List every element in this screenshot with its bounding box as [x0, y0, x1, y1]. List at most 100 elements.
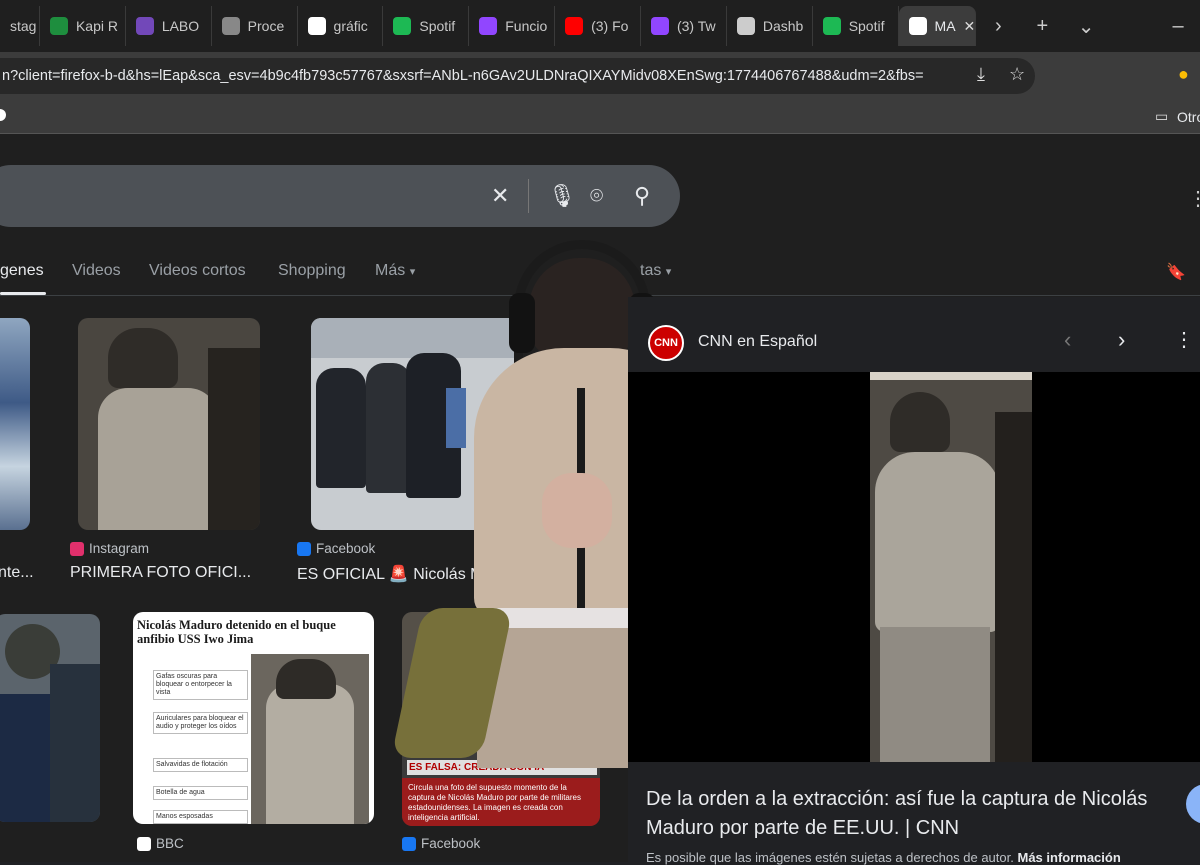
close-tab-icon[interactable]: ✕ [964, 18, 976, 35]
microphone-icon[interactable]: 🎙 [548, 183, 576, 209]
more-options-icon[interactable]: ⋮ [1174, 327, 1194, 352]
copyright-text: Es posible que las imágenes estén sujeta… [646, 850, 1014, 865]
result-caption[interactable]: nte... [0, 564, 38, 582]
other-bookmarks[interactable]: Otro [1177, 109, 1200, 125]
tab-videos[interactable]: Videos [72, 262, 121, 280]
bookmarks-bar: ▭ Otro [0, 100, 1200, 134]
tab-label: Proce [247, 18, 285, 34]
bbc-icon [137, 836, 151, 851]
chevron-down-icon: ▾ [409, 266, 416, 278]
save-page-icon[interactable]: ⤓ [977, 64, 985, 85]
tab-label: Dashb [762, 18, 804, 34]
result-source[interactable]: BBC [137, 836, 184, 851]
bookmark-star-icon[interactable]: ☆ [1009, 64, 1025, 85]
tab-strip: stag Kapi R LABO Proce gráfic Spotif Funcio (3)… [0, 0, 1200, 52]
browser-tab[interactable]: MA ✕ [898, 6, 977, 46]
infographic-title: Nicolás Maduro detenido en el buque anfi… [137, 618, 336, 646]
browser-tab[interactable]: Dashb [727, 6, 813, 46]
divider [528, 179, 529, 213]
tab-label: stag [10, 18, 37, 34]
discord-icon [736, 17, 755, 35]
minimize-window-icon[interactable]: – [1156, 15, 1200, 38]
next-arrow-icon[interactable]: › [1118, 327, 1125, 353]
result-source[interactable]: Facebook [402, 836, 480, 851]
search-input[interactable]: ✕ 🎙 ⌾ ⚲ [0, 165, 680, 227]
tab-label: Kapi R [75, 18, 118, 34]
browser-tab[interactable]: (3) Tw [641, 6, 727, 46]
browser-tab[interactable]: stag [0, 6, 40, 46]
google-icon [908, 17, 927, 35]
more-info-link[interactable]: Más información [1017, 850, 1120, 865]
browser-tab[interactable]: Funcio [469, 6, 556, 46]
result-source-label: BBC [156, 836, 184, 851]
browser-tab[interactable]: Spotif [813, 6, 899, 46]
bookmark-icon[interactable] [0, 109, 6, 121]
infographic-label: Auriculares para bloquear el audio y pro… [153, 712, 248, 734]
infographic-label: Botella de agua [153, 786, 248, 800]
bbc-infographic-card[interactable]: Nicolás Maduro detenido en el buque anfi… [133, 612, 374, 824]
google-icon [307, 17, 326, 35]
infographic-label: Salvavidas de flotación [153, 758, 248, 772]
tab-label: gráfic [333, 18, 368, 34]
profile-icon[interactable]: ● [1178, 64, 1189, 85]
youtube-icon [565, 17, 584, 35]
sheets-icon [49, 17, 68, 35]
image-result-thumbnail[interactable] [78, 318, 260, 530]
tab-label: (3) Fo [591, 18, 629, 34]
search-icon[interactable]: ⚲ [634, 183, 650, 209]
address-bar[interactable]: n?client=firefox-b-d&hs=lEap&sca_esv=4b9… [0, 58, 1035, 94]
tab-label: Spotif [419, 18, 456, 34]
new-tab-icon[interactable]: + [1020, 15, 1064, 38]
browser-tab[interactable]: Spotif [383, 6, 470, 46]
preview-image[interactable] [628, 372, 1200, 762]
browser-tab[interactable]: Proce [212, 6, 298, 46]
tab-list-icon[interactable]: ⌄ [1064, 14, 1108, 39]
tab-more-label: Más [375, 262, 406, 279]
browser-tab[interactable]: gráfic [298, 6, 384, 46]
search-results-page: ✕ 🎙 ⌾ ⚲ ⋮ genes Videos Videos cortos Sho… [0, 134, 1200, 865]
twitch-icon [479, 17, 498, 35]
result-source-label: Facebook [421, 836, 481, 851]
tab-scroll-icon[interactable]: › [976, 15, 1020, 38]
image-result-thumbnail[interactable] [0, 614, 100, 822]
more-options-icon[interactable]: ⋮ [1188, 186, 1200, 211]
facebook-icon [297, 541, 311, 556]
spotify-icon [393, 17, 412, 35]
tab-label: MA [934, 18, 956, 34]
result-source-label: Facebook [316, 541, 376, 556]
panel-headline[interactable]: De la orden a la extracción: así fue la … [646, 785, 1186, 843]
globe-icon [221, 17, 240, 35]
tab-images[interactable]: genes [0, 262, 44, 280]
spotify-icon [822, 17, 841, 35]
form-icon [135, 17, 154, 35]
browser-tab[interactable]: LABO [126, 6, 212, 46]
infographic-label: Manos esposadas [153, 810, 248, 824]
cnn-logo: CNN [648, 325, 684, 361]
facebook-icon [402, 836, 416, 851]
tab-more[interactable]: Más ▾ [375, 262, 415, 280]
tab-label: Funcio [505, 18, 548, 34]
result-source[interactable]: Instagram [70, 541, 149, 556]
result-caption[interactable]: PRIMERA FOTO OFICI... [70, 564, 270, 582]
tab-label: (3) Tw [676, 18, 716, 34]
result-source-label: Instagram [89, 541, 150, 556]
image-preview-panel: CNN CNN en Español ‹ › ⋮ De la orden a l… [628, 297, 1200, 865]
saved-icon[interactable]: 🔖 [1166, 262, 1186, 282]
panel-source-title[interactable]: CNN en Español [698, 333, 817, 351]
image-result-thumbnail[interactable] [0, 318, 30, 530]
infographic-label: Gafas oscuras para bloquear o entorpecer… [153, 670, 248, 700]
result-source[interactable]: Facebook [297, 541, 375, 556]
clear-icon[interactable]: ✕ [491, 183, 509, 209]
active-tab-indicator [0, 292, 46, 295]
tab-label: Spotif [848, 18, 885, 34]
instagram-icon [70, 541, 84, 556]
browser-tab[interactable]: (3) Fo [555, 6, 641, 46]
copyright-notice: Es posible que las imágenes estén sujeta… [646, 850, 1121, 865]
previous-arrow-icon[interactable]: ‹ [1064, 327, 1071, 353]
twitch-icon [650, 17, 669, 35]
fact-check-body: Circula una foto del supuesto momento de… [402, 778, 600, 826]
tab-short-videos[interactable]: Videos cortos [149, 262, 246, 280]
browser-tab[interactable]: Kapi R [40, 6, 126, 46]
tab-shopping[interactable]: Shopping [278, 262, 346, 280]
lens-icon[interactable]: ⌾ [590, 183, 603, 209]
